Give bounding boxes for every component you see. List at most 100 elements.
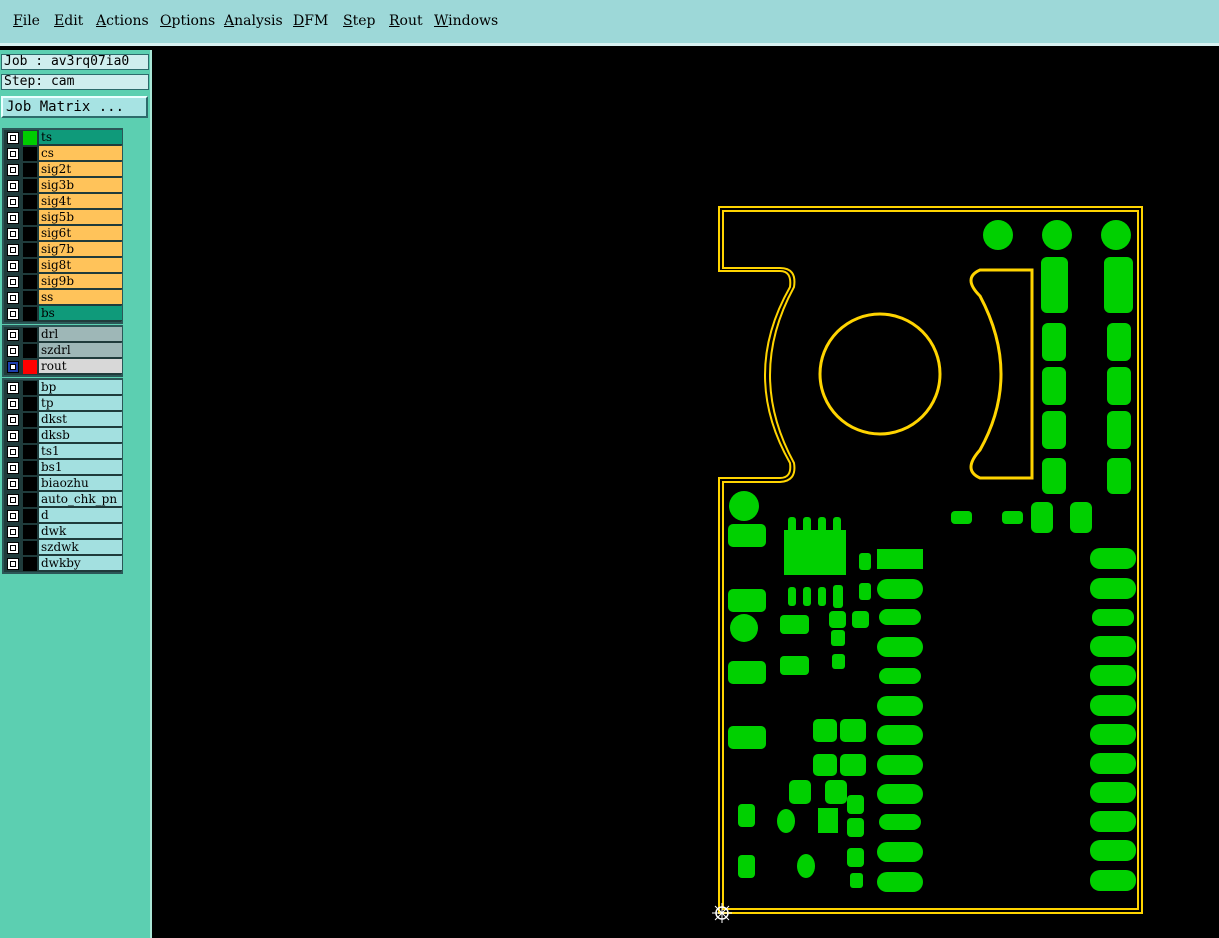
layer-checkbox[interactable] [7, 132, 19, 144]
layer-checkbox[interactable] [7, 414, 19, 426]
layer-checkbox[interactable] [7, 228, 19, 240]
layer-checkbox[interactable] [7, 260, 19, 272]
layer-name: ss [39, 290, 122, 305]
layer-checkbox[interactable] [7, 478, 19, 490]
layer-name: szdwk [39, 540, 122, 555]
menu-dfm[interactable]: DFM [293, 13, 328, 29]
menu-options[interactable]: Options [160, 13, 215, 29]
layer-checkbox[interactable] [7, 462, 19, 474]
menu-rout[interactable]: Rout [389, 13, 423, 29]
layer-color-swatch [23, 477, 37, 491]
layer-row[interactable]: auto_chk_pn [4, 492, 122, 508]
layer-checkbox[interactable] [7, 345, 19, 357]
layer-row[interactable]: ss [4, 290, 122, 306]
layer-name: dksb [39, 428, 122, 443]
layer-color-swatch [23, 131, 37, 145]
layer-row[interactable]: drl [4, 327, 122, 343]
layer-checkbox[interactable] [7, 494, 19, 506]
layer-checkbox[interactable] [7, 308, 19, 320]
menu-actions[interactable]: Actions [96, 13, 149, 29]
layer-color-swatch [23, 525, 37, 539]
layer-checkbox[interactable] [7, 196, 19, 208]
menu-analysis[interactable]: Analysis [224, 13, 283, 29]
layer-row[interactable]: sig3b [4, 178, 122, 194]
layer-checkbox[interactable] [7, 244, 19, 256]
layer-color-swatch [23, 259, 37, 273]
layer-row[interactable]: dkst [4, 412, 122, 428]
layer-row[interactable]: sig9b [4, 274, 122, 290]
job-matrix-button[interactable]: Job Matrix ... [1, 96, 148, 118]
layer-checkbox[interactable] [7, 430, 19, 442]
layer-checkbox[interactable] [7, 180, 19, 192]
layer-name: d [39, 508, 122, 523]
layer-checkbox[interactable] [7, 276, 19, 288]
layer-checkbox[interactable] [7, 164, 19, 176]
layer-name: sig9b [39, 274, 122, 289]
layer-row[interactable]: dwkby [4, 556, 122, 572]
layer-name: szdrl [39, 343, 122, 358]
layer-row[interactable]: sig5b [4, 210, 122, 226]
layer-color-swatch [23, 179, 37, 193]
layer-checkbox[interactable] [7, 510, 19, 522]
layer-checkbox[interactable] [7, 148, 19, 160]
layer-name: dkst [39, 412, 122, 427]
layer-color-swatch [23, 461, 37, 475]
layer-name: ts1 [39, 444, 122, 459]
layer-checkbox[interactable] [7, 292, 19, 304]
layer-row[interactable]: bs [4, 306, 122, 322]
layer-name: bs [39, 306, 122, 321]
layer-row[interactable]: rout [4, 359, 122, 375]
layer-row[interactable]: sig7b [4, 242, 122, 258]
layer-row[interactable]: dwk [4, 524, 122, 540]
layer-color-swatch [23, 557, 37, 571]
layer-row[interactable]: biaozhu [4, 476, 122, 492]
layer-row[interactable]: cs [4, 146, 122, 162]
layer-row[interactable]: dksb [4, 428, 122, 444]
layer-name: dwkby [39, 556, 122, 571]
layer-row[interactable]: sig2t [4, 162, 122, 178]
layer-name: biaozhu [39, 476, 122, 491]
menu-bar: File Edit Actions Options Analysis DFM S… [0, 0, 1219, 46]
layer-row[interactable]: bs1 [4, 460, 122, 476]
layer-panel: Job : av3rq07ia0 Step: cam Job Matrix ..… [0, 50, 152, 938]
layer-checkbox[interactable] [7, 526, 19, 538]
layer-name: auto_chk_pn [39, 492, 122, 507]
layer-row[interactable]: sig4t [4, 194, 122, 210]
layer-group: drl szdrl rout [2, 325, 123, 377]
layer-checkbox[interactable] [7, 446, 19, 458]
layer-color-swatch [23, 195, 37, 209]
layer-row[interactable]: szdwk [4, 540, 122, 556]
graphic-canvas[interactable] [155, 52, 1219, 938]
layer-row[interactable]: ts [4, 130, 122, 146]
layer-row[interactable]: ts1 [4, 444, 122, 460]
menu-step[interactable]: Step [343, 13, 375, 29]
layer-checkbox[interactable] [7, 542, 19, 554]
layer-color-swatch [23, 360, 37, 374]
menu-edit[interactable]: Edit [54, 13, 83, 29]
layer-row[interactable]: d [4, 508, 122, 524]
layer-row[interactable]: tp [4, 396, 122, 412]
layer-row[interactable]: sig8t [4, 258, 122, 274]
layer-checkbox[interactable] [7, 398, 19, 410]
layer-row[interactable]: bp [4, 380, 122, 396]
layer-checkbox[interactable] [7, 329, 19, 341]
layer-checkbox[interactable] [7, 361, 19, 373]
layer-color-swatch [23, 445, 37, 459]
layer-row[interactable]: sig6t [4, 226, 122, 242]
layer-color-swatch [23, 397, 37, 411]
layer-checkbox[interactable] [7, 558, 19, 570]
layer-name: sig2t [39, 162, 122, 177]
layer-name: drl [39, 327, 122, 342]
layer-checkbox[interactable] [7, 212, 19, 224]
layer-row[interactable]: szdrl [4, 343, 122, 359]
layer-name: ts [39, 130, 122, 145]
layer-color-swatch [23, 493, 37, 507]
layer-checkbox[interactable] [7, 382, 19, 394]
menu-windows[interactable]: Windows [434, 13, 498, 29]
menu-file[interactable]: File [13, 13, 40, 29]
layer-name: sig6t [39, 226, 122, 241]
layer-name: bs1 [39, 460, 122, 475]
layer-name: tp [39, 396, 122, 411]
pcb-board [718, 206, 1143, 914]
layer-name: cs [39, 146, 122, 161]
